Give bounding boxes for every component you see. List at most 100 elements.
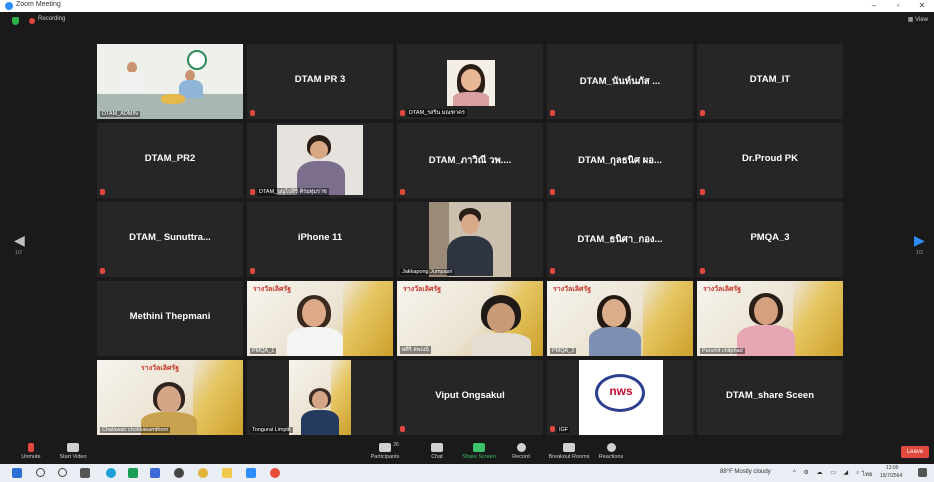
excel-icon[interactable]	[128, 468, 138, 478]
participant-tile[interactable]: DTAM_กุลธนิศ ผอ...	[547, 123, 693, 198]
participant-tile[interactable]: DTAM_บุญไปสิริ คิรมทุมราช	[247, 123, 393, 198]
record-button[interactable]: Record	[498, 443, 544, 460]
participant-tile[interactable]: DTAM_ADMIN	[97, 44, 243, 119]
share-screen-button[interactable]: Share Screen	[456, 443, 502, 460]
left-page-indicator: 1/2	[15, 250, 22, 256]
participant-label: IGF	[557, 427, 571, 433]
muted-mic-icon	[700, 189, 705, 195]
video-off-icon	[67, 443, 79, 452]
muted-mic-icon	[250, 110, 255, 116]
weather-widget[interactable]: 88°F Mostly cloudy	[720, 469, 771, 475]
chrome-icon[interactable]	[198, 468, 208, 478]
gallery-grid: DTAM_ADMIN DTAM PR 3 DTAM_รสริน มณฑาคร D…	[97, 44, 847, 435]
participant-tile[interactable]: DTAM_ภาวิณี วพ....	[397, 123, 543, 198]
participant-label: PMQA_1	[250, 348, 277, 354]
unmute-button[interactable]: Unmute	[8, 443, 54, 460]
participant-tile[interactable]: Dr.Proud PK	[697, 123, 843, 198]
breakout-rooms-button[interactable]: Breakout Rooms	[544, 443, 594, 460]
slide-title: รางวัลเลิศรัฐ	[253, 286, 292, 293]
participant-tile[interactable]: DTAM_IT	[697, 44, 843, 119]
muted-mic-icon	[400, 426, 405, 432]
participant-label: DTAM_รสริน มณฑาคร	[407, 109, 467, 117]
system-tray-icons[interactable]: ^ ⚙ ☁ ▭ ◢ ♪	[793, 469, 862, 476]
participant-tile[interactable]: iPhone 11	[247, 202, 393, 277]
window-title: Zoom Meeting	[16, 1, 61, 8]
clock-time[interactable]: 13:05	[886, 465, 899, 471]
edge-icon[interactable]	[106, 468, 116, 478]
participant-tile[interactable]: Jakkapong Jumpasri	[397, 202, 543, 277]
participant-tile[interactable]: nws IGF	[547, 360, 693, 435]
notification-center-icon[interactable]	[918, 468, 927, 477]
participant-tile[interactable]: DTAM_ Sunuttra...	[97, 202, 243, 277]
participant-tile[interactable]: รางวัลเลิศรัฐ Panchit chitphad	[697, 281, 843, 356]
previous-page-arrow-icon[interactable]: ◀	[14, 232, 25, 249]
slide-title: รางวัลเลิศรัฐ	[403, 286, 442, 293]
app-icon[interactable]	[174, 468, 184, 478]
participant-label: ผศิริ ลพณนิ	[400, 346, 432, 354]
participant-label: PMQA_2	[550, 348, 577, 354]
muted-mic-icon	[550, 426, 555, 432]
participant-name: DTAM_ภาวิณี วพ....	[428, 155, 512, 166]
minimize-button[interactable]: –	[862, 0, 886, 12]
zoom-taskbar-icon[interactable]	[246, 468, 256, 478]
muted-mic-icon	[250, 189, 255, 195]
participant-tile[interactable]: DTAM PR 3	[247, 44, 393, 119]
input-language[interactable]: ไทย	[862, 469, 873, 479]
zoom-app-icon	[5, 2, 13, 10]
reactions-icon	[606, 443, 616, 452]
participant-name: DTAM_นันท์นภัส ...	[579, 76, 661, 87]
participant-tile[interactable]: DTAM_รสริน มณฑาคร	[397, 44, 543, 119]
maximize-button[interactable]: ▫	[886, 0, 910, 12]
file-explorer-icon[interactable]	[222, 468, 232, 478]
search-icon[interactable]	[36, 468, 45, 477]
participant-tile[interactable]: Methini Thepmani	[97, 281, 243, 356]
participant-tile[interactable]: DTAM_นันท์นภัส ...	[547, 44, 693, 119]
close-button[interactable]: ✕	[910, 0, 934, 12]
nws-logo: nws	[609, 384, 633, 398]
cortana-icon[interactable]	[58, 468, 67, 477]
participant-tile[interactable]: รางวัลเลิศรัฐ ผศิริ ลพณนิ	[397, 281, 543, 356]
participant-name: iPhone 11	[297, 232, 343, 243]
participants-count: 26	[393, 442, 399, 448]
window-title-bar: Zoom Meeting – ▫ ✕	[0, 0, 934, 12]
muted-mic-icon	[550, 189, 555, 195]
chat-button[interactable]: Chat	[414, 443, 460, 460]
reactions-button[interactable]: Reactions	[588, 443, 634, 460]
word-icon[interactable]	[150, 468, 160, 478]
clock-date[interactable]: 15/7/2564	[880, 473, 902, 479]
participant-tile[interactable]: รางวัลเลิศรัฐ Chalawan chotikakamthorn	[97, 360, 243, 435]
windows-start-icon[interactable]	[12, 468, 22, 478]
task-view-icon[interactable]	[80, 468, 90, 478]
participant-label: DTAM_ADMIN	[100, 111, 140, 117]
participant-tile[interactable]: DTAM_ธนิศา_กอง...	[547, 202, 693, 277]
participant-tile-active-speaker[interactable]: รางวัลเลิศรัฐ PMQA_1	[247, 281, 393, 356]
participant-tile[interactable]: DTAM_share Sceen	[697, 360, 843, 435]
participant-tile[interactable]: PMQA_3	[697, 202, 843, 277]
slide-title: รางวัลเลิศรัฐ	[553, 286, 592, 293]
meeting-toolbar: Unmute Start Video Participants 26 Chat …	[0, 442, 934, 464]
participant-name: DTAM_IT	[749, 74, 791, 85]
muted-mic-icon	[400, 110, 405, 116]
right-page-indicator: 1/2	[916, 250, 923, 256]
view-button[interactable]: ▦ View	[908, 16, 928, 23]
participant-tile[interactable]: รางวัลเลิศรัฐ PMQA_2	[547, 281, 693, 356]
muted-mic-icon	[550, 110, 555, 116]
slide-title: รางวัลเลิศรัฐ	[141, 365, 180, 372]
participant-label: Jakkapong Jumpasri	[400, 269, 455, 275]
leave-button[interactable]: Leave	[901, 446, 929, 458]
view-label: View	[915, 17, 928, 23]
recording-dot-icon	[29, 18, 35, 24]
participant-name: DTAM PR 3	[294, 74, 346, 85]
participant-name: DTAM_กุลธนิศ ผอ...	[578, 155, 662, 166]
record-icon	[516, 443, 526, 452]
participant-name: DTAM_share Sceen	[726, 390, 814, 401]
start-video-button[interactable]: Start Video	[50, 443, 96, 460]
chrome-icon[interactable]	[270, 468, 280, 478]
next-page-arrow-icon[interactable]: ▶	[914, 232, 925, 249]
participant-tile[interactable]: DTAM_PR2	[97, 123, 243, 198]
muted-mic-icon	[700, 110, 705, 116]
security-shield-icon[interactable]	[12, 17, 19, 25]
participant-tile[interactable]: Viput Ongsakul	[397, 360, 543, 435]
participant-tile[interactable]: Tongurai Limpiti	[247, 360, 393, 435]
participant-name: DTAM_ Sunuttra...	[129, 232, 211, 243]
